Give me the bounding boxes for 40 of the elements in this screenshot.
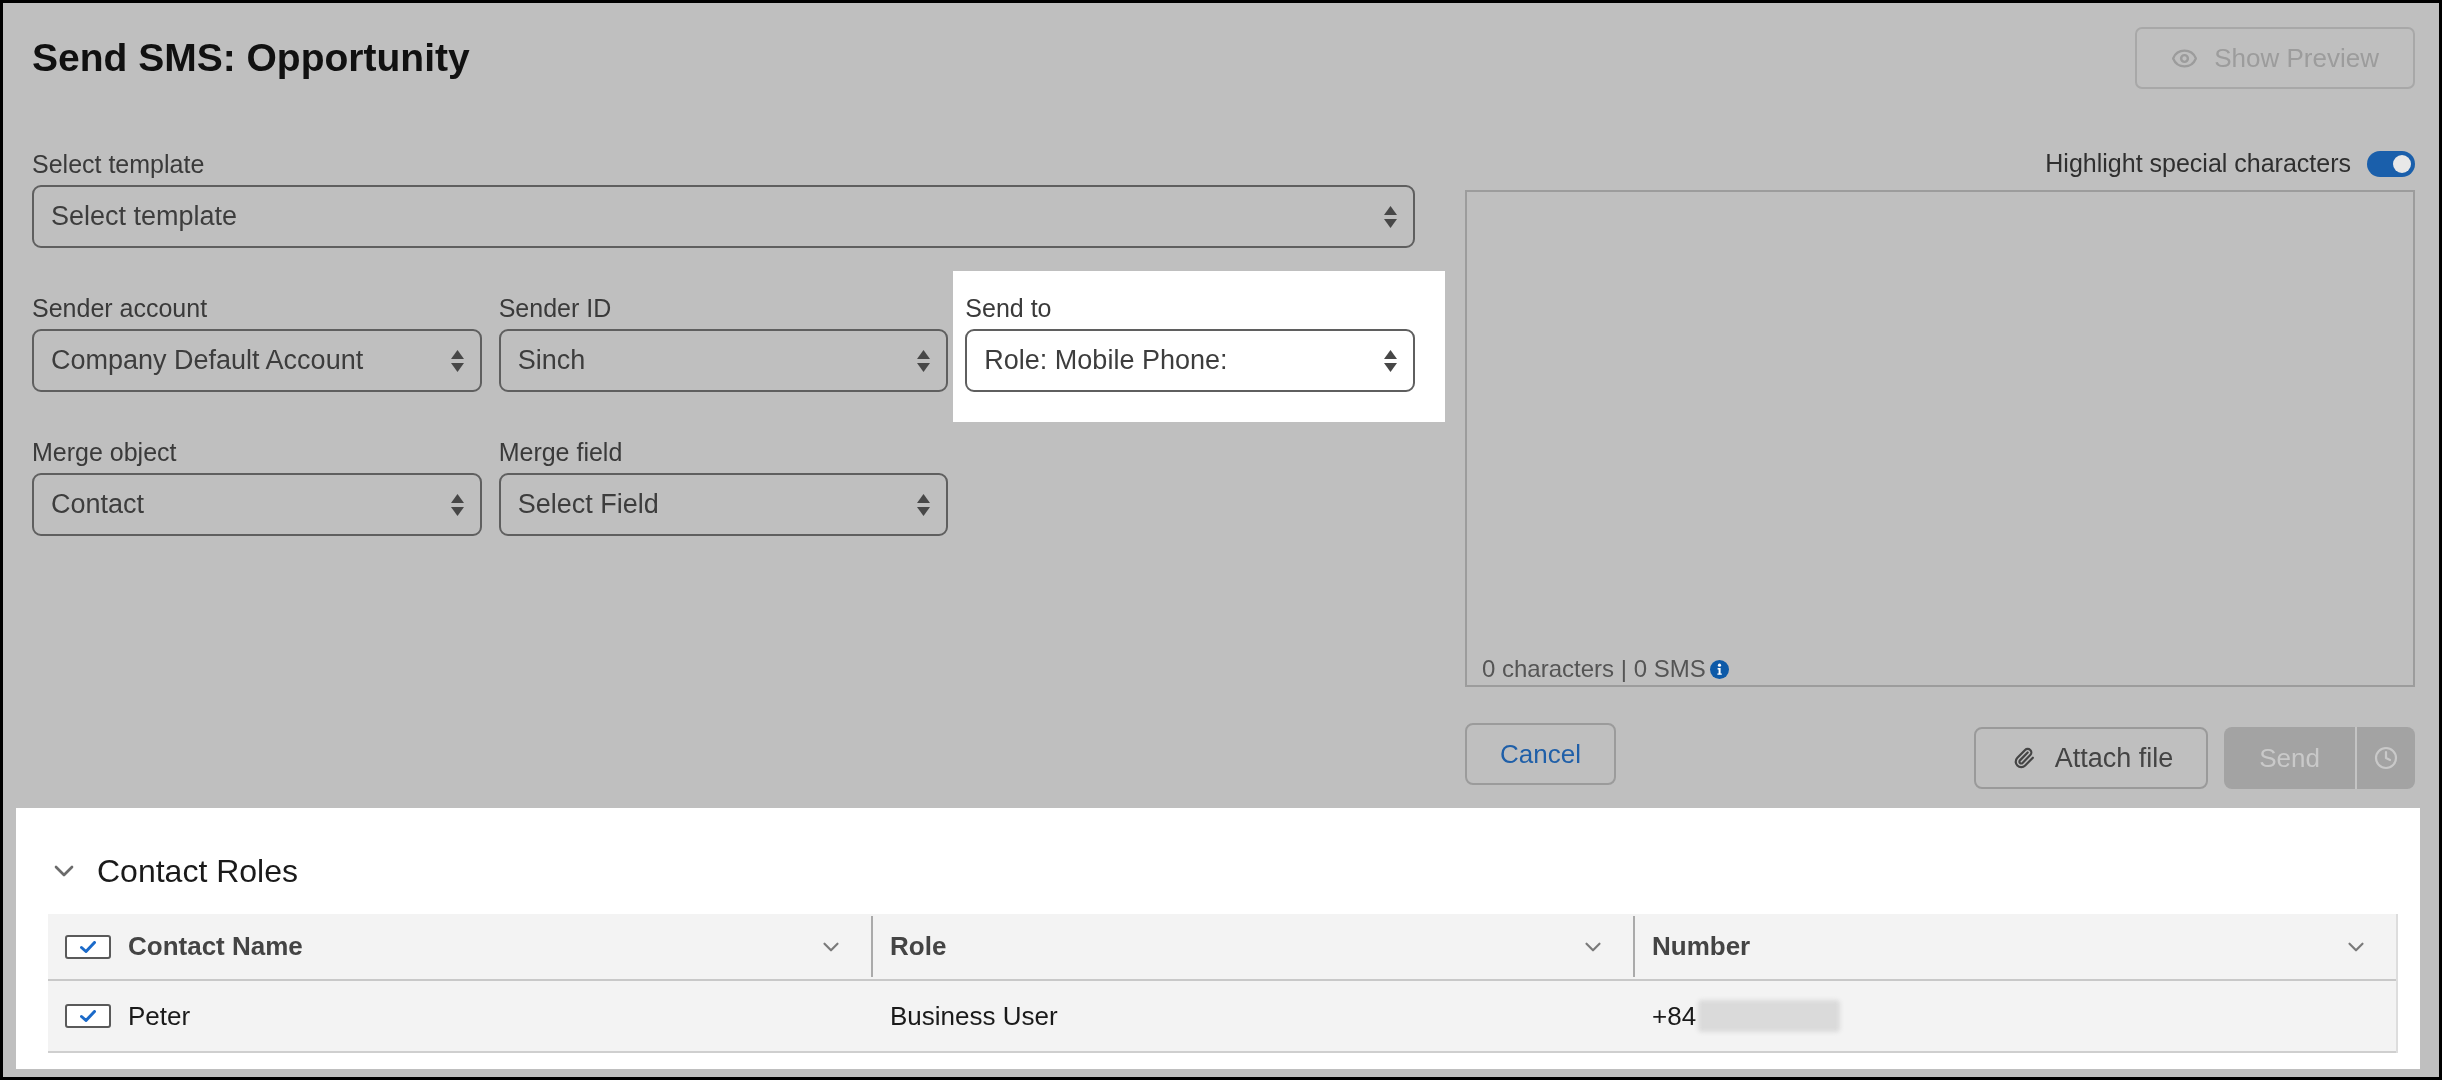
field-label: Sender account <box>32 294 209 322</box>
field-label: Merge field <box>498 438 624 466</box>
up-down-arrows-icon <box>450 493 464 516</box>
select-field[interactable]: Select Field <box>498 473 949 536</box>
table-row[interactable]: Peter Business User +84 <box>48 981 2396 1053</box>
toggle-switch[interactable] <box>2367 151 2415 177</box>
up-down-arrows-icon <box>917 493 931 516</box>
select-field[interactable]: Select template <box>32 185 1415 248</box>
section-toggle[interactable]: Contact Roles <box>48 851 298 891</box>
field-label: Select template <box>32 150 206 178</box>
paperclip-icon <box>2012 747 2035 769</box>
select-field[interactable]: Sinch <box>498 329 949 392</box>
select-field[interactable]: Company Default Account <box>32 329 482 392</box>
clock-icon <box>2374 746 2398 770</box>
column-header: Role <box>890 930 947 963</box>
up-down-arrows-icon <box>917 349 931 372</box>
up-down-arrows-icon <box>450 349 464 372</box>
table-cell-text: +84 <box>1652 999 1697 1033</box>
message-textarea[interactable]: 0 characters | 0 SMS <box>1465 190 2415 687</box>
select-field[interactable]: Contact <box>32 473 482 536</box>
attach-file-button[interactable]: Attach file <box>1973 727 2209 789</box>
column-header: Contact Name <box>128 930 303 963</box>
table-cell-text: Peter <box>128 999 191 1033</box>
field-label: Sender ID <box>498 294 613 322</box>
toggle-label: Highlight special characters <box>2045 148 2351 180</box>
up-down-arrows-icon <box>1384 349 1397 372</box>
column-header: Number <box>1652 930 1751 963</box>
checkmark-icon <box>80 940 96 953</box>
page-title: Send SMS: Opportunity <box>32 34 470 81</box>
checkmark-icon <box>80 1010 96 1022</box>
info-icon[interactable] <box>1709 659 1729 679</box>
field-label: Send to <box>965 294 1053 322</box>
field-label: Merge object <box>32 438 178 466</box>
character-counter: 0 characters | 0 SMS <box>1482 656 1706 682</box>
cancel-button[interactable]: Cancel <box>1465 723 1616 785</box>
select-field[interactable]: Role: Mobile Phone: <box>965 329 1415 392</box>
checkbox[interactable] <box>65 1004 111 1028</box>
table-cell-text: Business User <box>890 999 1058 1033</box>
checkbox[interactable] <box>65 934 111 959</box>
up-down-arrows-icon <box>1384 205 1397 228</box>
